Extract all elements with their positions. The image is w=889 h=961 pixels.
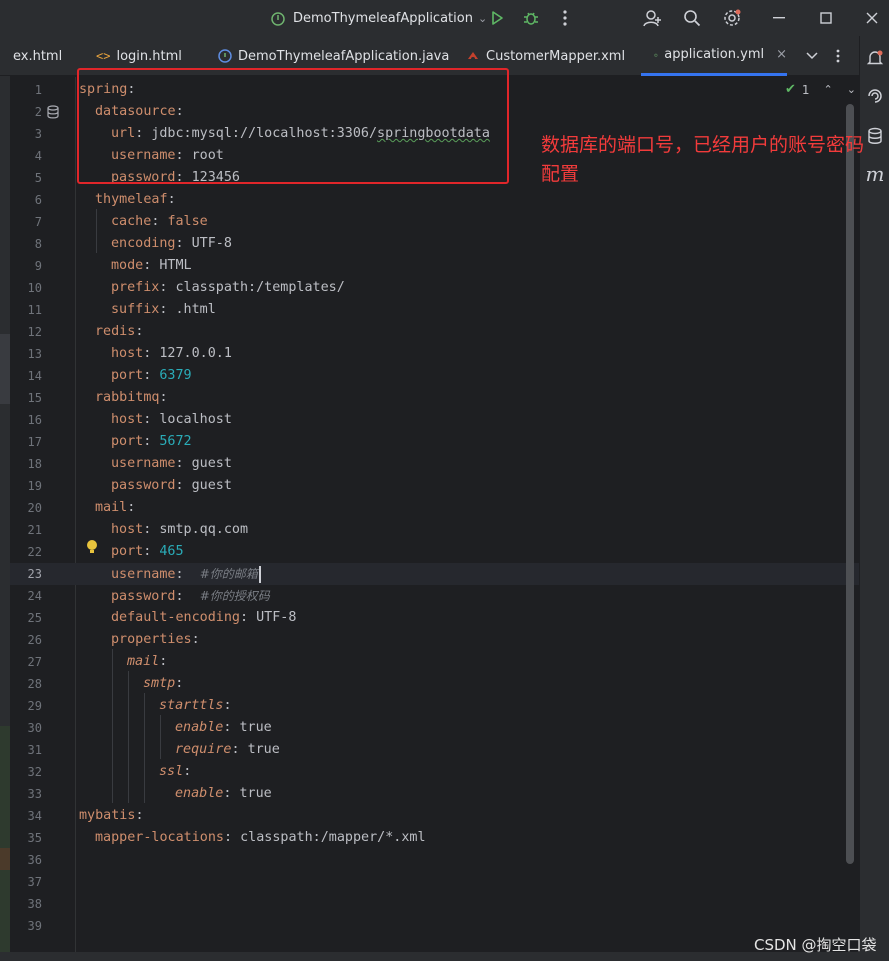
code-line: 16 host: localhost	[27, 412, 232, 427]
code-line: 37	[27, 875, 42, 889]
code-line: 25 default-encoding: UTF-8	[27, 610, 297, 625]
code-line: 6 thymeleaf:	[34, 192, 176, 207]
editor-scrollbar[interactable]	[846, 104, 854, 864]
close-icon[interactable]	[860, 6, 884, 30]
search-icon[interactable]	[680, 6, 704, 30]
annotation-highlight-box	[77, 68, 509, 184]
tab-label: ex.html	[13, 48, 63, 64]
watermark: CSDN @掏空口袋	[754, 936, 877, 954]
code-line: 13 host: 127.0.0.1	[27, 346, 232, 361]
code-line: 24 password: #你的授权码	[27, 589, 270, 604]
maximize-icon[interactable]	[814, 6, 838, 30]
chevron-down-icon[interactable]: ⌄	[847, 83, 856, 96]
ai-assistant-icon[interactable]	[865, 86, 885, 106]
run-config-label: DemoThymeleafApplication	[293, 10, 473, 26]
code-line: 30 enable: true	[27, 720, 272, 735]
debug-icon[interactable]	[519, 6, 543, 30]
code-line: 17 port: 5672	[27, 434, 192, 449]
tab-application-yml[interactable]: application.yml ×	[641, 36, 787, 76]
project-panel-edge	[0, 76, 10, 961]
tab-label: CustomerMapper.xml	[486, 48, 626, 64]
code-line: 35 mapper-locations: classpath:/mapper/*.…	[27, 830, 426, 845]
inspection-widget[interactable]: ✔ 1 ⌃ ⌄	[785, 82, 856, 97]
tab-list-chevron-icon[interactable]	[800, 44, 824, 68]
run-icon[interactable]	[485, 6, 509, 30]
code-line: 31 require: true	[27, 742, 280, 757]
html-tag-icon: <>	[96, 49, 111, 63]
tab-index-html[interactable]: ex.html	[13, 36, 62, 76]
chevron-up-icon[interactable]: ⌃	[824, 83, 833, 96]
code-line: 7 cache: false	[34, 214, 208, 229]
check-icon: ✔	[785, 82, 796, 97]
code-line: 27 mail:	[27, 654, 168, 669]
code-line: 29 starttls:	[27, 698, 232, 713]
spring-boot-icon	[271, 12, 285, 26]
code-line: 28 smtp:	[27, 676, 184, 691]
code-line: 14 port: 6379	[27, 368, 192, 383]
tab-label: DemoThymeleafApplication.java	[238, 48, 450, 64]
code-line: 33 enable: true	[27, 786, 272, 801]
inspection-count: 1	[801, 82, 810, 97]
code-line: 39	[27, 919, 42, 933]
code-line: 21 host: smtp.qq.com	[27, 522, 249, 537]
code-line: 22 port: 465	[27, 544, 184, 559]
text-caret	[258, 565, 261, 583]
run-config-selector[interactable]: DemoThymeleafApplication ⌄	[270, 7, 487, 29]
code-line: 34 mybatis:	[27, 808, 144, 823]
settings-icon[interactable]	[720, 6, 744, 30]
code-line: 12 redis:	[27, 324, 144, 339]
code-editor[interactable]: 1 spring: 2 datasource: 3 url: jdbc:mysql:/…	[10, 77, 859, 961]
code-line: 8 encoding: UTF-8	[34, 236, 232, 251]
mybatis-icon	[468, 52, 478, 61]
spring-class-icon	[218, 49, 232, 63]
notifications-icon[interactable]	[865, 48, 885, 68]
code-line: 10 prefix: classpath:/templates/	[27, 280, 345, 295]
spring-yml-icon	[654, 53, 658, 57]
add-user-icon[interactable]	[641, 6, 665, 30]
minimize-icon[interactable]	[767, 6, 791, 30]
code-line: 15 rabbitmq:	[27, 390, 168, 405]
tab-close-icon[interactable]: ×	[776, 47, 787, 62]
tab-label: login.html	[116, 48, 182, 64]
code-line: 26 properties:	[27, 632, 200, 647]
code-line: 9 mode: HTML	[34, 258, 192, 273]
code-line: 19 password: guest	[27, 478, 232, 493]
annotation-text: 数据库的端口号，已经用户的账号密码配置	[541, 134, 865, 185]
code-line: 38	[27, 897, 42, 911]
tab-more-icon[interactable]	[826, 44, 850, 68]
title-bar: DemoThymeleafApplication ⌄	[0, 0, 889, 36]
code-line: 32 ssl:	[27, 764, 192, 779]
code-line-current: 23 username: #你的邮箱	[10, 563, 859, 585]
code-line: 36	[27, 853, 42, 867]
tab-label: application.yml	[664, 47, 765, 62]
code-line: 18 username: guest	[27, 456, 232, 471]
code-line: 20 mail:	[27, 500, 136, 515]
code-line: 11 suffix: .html	[27, 302, 216, 317]
more-icon[interactable]	[553, 6, 577, 30]
